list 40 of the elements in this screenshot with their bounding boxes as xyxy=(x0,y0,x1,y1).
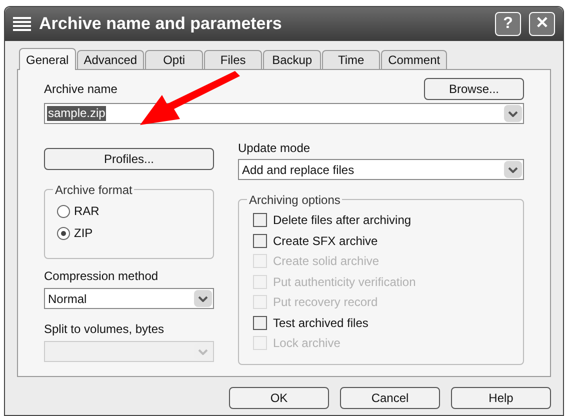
checkbox-label: Put authenticity verification xyxy=(273,274,416,291)
field-value: Add and replace files xyxy=(242,162,354,178)
field-label: Split to volumes, bytes xyxy=(44,321,166,338)
radio-label: RAR xyxy=(74,203,100,220)
tab[interactable]: Backup xyxy=(263,50,322,69)
checkbox-label: Lock archive xyxy=(273,335,340,352)
tab[interactable]: Files xyxy=(204,50,262,69)
help-button[interactable]: ? xyxy=(495,12,521,36)
checkbox[interactable] xyxy=(253,316,267,330)
checkbox[interactable] xyxy=(253,234,267,248)
list-icon xyxy=(13,17,31,31)
field-label: Compression method xyxy=(44,268,160,285)
tab[interactable]: Advanced xyxy=(76,50,144,69)
field-label: Archive name xyxy=(44,81,118,98)
tab[interactable]: Opti xyxy=(145,50,204,69)
profiles-button[interactable]: Profiles... xyxy=(44,148,214,170)
field-value: Normal xyxy=(48,290,87,308)
compression-combo[interactable]: Normal xyxy=(44,288,214,309)
browse-button[interactable]: Browse... xyxy=(424,78,524,100)
radio-label: ZIP xyxy=(74,225,93,242)
checkbox-label: Test archived files xyxy=(273,314,368,332)
tab[interactable]: General xyxy=(19,48,76,70)
field-label: Update mode xyxy=(238,140,312,157)
checkbox[interactable] xyxy=(253,213,267,228)
dialog-button[interactable]: Cancel xyxy=(340,387,440,409)
window-title: Archive name and parameters xyxy=(39,13,283,36)
close-button[interactable]: ✕ xyxy=(529,12,555,36)
dialog-button[interactable]: OK xyxy=(229,387,329,409)
archive-name-combo[interactable]: sample.zip xyxy=(44,103,524,124)
tab[interactable]: Time xyxy=(322,50,380,69)
field-value: sample.zip xyxy=(47,106,106,121)
checkbox-label: Delete files after archiving xyxy=(273,212,412,230)
radio-button[interactable] xyxy=(57,226,70,240)
checkbox-label: Create SFX archive xyxy=(273,232,378,250)
dialog-button[interactable]: Help xyxy=(451,387,551,409)
tab[interactable]: Comment xyxy=(381,50,448,69)
update-mode-combo[interactable]: Add and replace files xyxy=(238,159,524,180)
radio-button[interactable] xyxy=(57,204,70,218)
checkbox-label: Create solid archive xyxy=(273,253,380,270)
checkbox-label: Put recovery record xyxy=(273,294,378,312)
